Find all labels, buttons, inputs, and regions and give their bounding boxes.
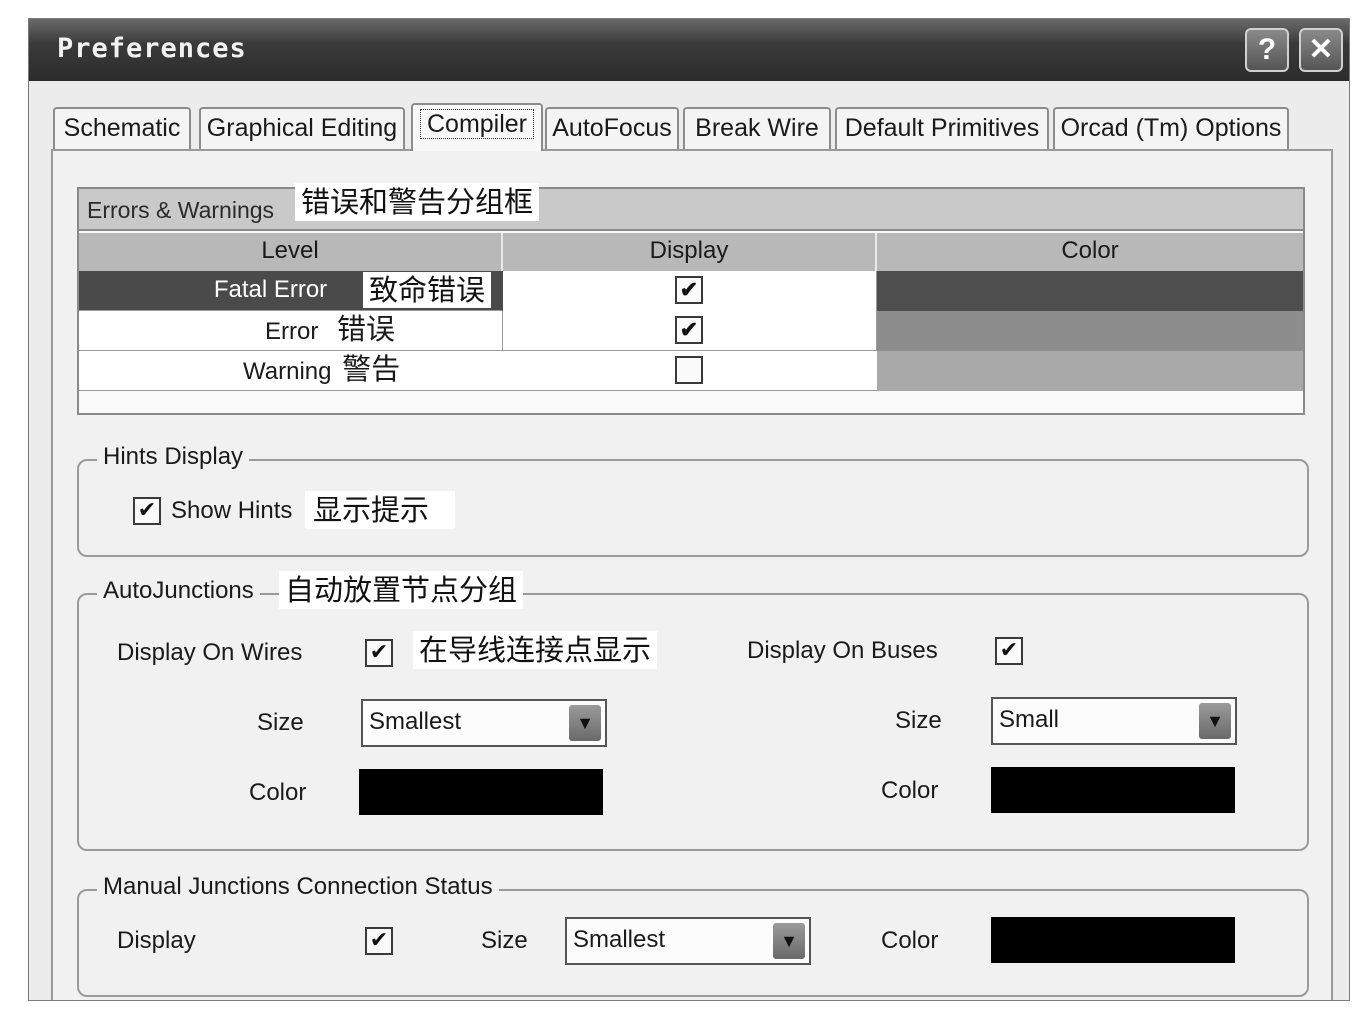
tab-break-wire[interactable]: Break Wire — [683, 107, 831, 149]
error-color-swatch[interactable] — [877, 311, 1303, 351]
close-button[interactable]: ✕ — [1299, 28, 1343, 72]
chevron-down-icon[interactable]: ▼ — [569, 705, 601, 741]
manual-junctions-label: Manual Junctions Connection Status — [97, 873, 499, 901]
warning-color-swatch[interactable] — [877, 351, 1303, 391]
display-cell: ✔ — [503, 271, 877, 311]
errors-warnings-annotation: 错误和警告分组框 — [295, 183, 540, 221]
display-on-wires-label: Display On Wires — [117, 639, 303, 666]
wires-color-swatch[interactable] — [359, 769, 603, 815]
tab-label: Graphical Editing — [206, 114, 398, 142]
table-row-error[interactable]: Error 错误 ✔ — [79, 311, 1303, 351]
autojunctions-group: AutoJunctions 自动放置节点分组 Display On Wires … — [77, 571, 1309, 851]
buses-size-value: Small — [999, 706, 1060, 733]
manual-size-label: Size — [481, 927, 528, 954]
tab-orcad-options[interactable]: Orcad (Tm) Options — [1053, 107, 1289, 149]
manual-color-label: Color — [881, 927, 939, 954]
warning-display-checkbox[interactable] — [675, 356, 703, 384]
manual-junctions-group: Manual Junctions Connection Status Displ… — [77, 873, 1309, 997]
manual-color-swatch[interactable] — [991, 917, 1235, 963]
chevron-down-icon[interactable]: ▼ — [773, 923, 805, 959]
error-annotation: 错误 — [337, 314, 396, 346]
display-on-buses-label: Display On Buses — [747, 637, 938, 664]
table-row-warning[interactable]: Warning 警告 — [79, 351, 1303, 391]
show-hints-checkbox[interactable]: ✔ — [133, 497, 161, 525]
tab-label: Orcad (Tm) Options — [1060, 114, 1282, 142]
title-bar[interactable]: Preferences ? ✕ — [29, 19, 1349, 81]
tab-autofocus[interactable]: AutoFocus — [545, 107, 679, 149]
level-label: Error — [265, 318, 319, 345]
display-on-buses-checkbox[interactable]: ✔ — [995, 637, 1023, 665]
compiler-panel: Errors & Warnings 错误和警告分组框 Level Display… — [51, 149, 1333, 1000]
column-color[interactable]: Color — [877, 233, 1303, 271]
tab-graphical-editing[interactable]: Graphical Editing — [199, 107, 405, 149]
manual-size-dropdown[interactable]: Smallest ▼ — [565, 917, 811, 965]
tab-label: Default Primitives — [844, 114, 1040, 142]
table-row-fatal-error[interactable]: Fatal Error 致命错误 ✔ — [79, 271, 1303, 311]
manual-display-checkbox[interactable]: ✔ — [365, 927, 393, 955]
errors-warnings-title: Errors & Warnings — [87, 197, 275, 223]
tab-label: Compiler — [419, 109, 535, 139]
wires-color-label: Color — [249, 779, 307, 806]
tab-schematic[interactable]: Schematic — [53, 107, 191, 149]
fatal-error-annotation: 致命错误 — [363, 272, 492, 308]
buses-size-dropdown[interactable]: Small ▼ — [991, 697, 1237, 745]
buses-color-swatch[interactable] — [991, 767, 1235, 813]
manual-display-label: Display — [117, 927, 196, 954]
wires-size-value: Smallest — [369, 708, 462, 735]
column-level[interactable]: Level — [79, 233, 503, 271]
tab-label: Break Wire — [695, 114, 819, 142]
buses-size-label: Size — [895, 707, 942, 734]
level-cell: Warning 警告 — [79, 351, 503, 391]
level-cell: Error 错误 — [79, 311, 503, 351]
display-on-wires-checkbox[interactable]: ✔ — [365, 639, 393, 667]
level-label: Warning — [243, 358, 332, 385]
errors-warnings-header: Errors & Warnings 错误和警告分组框 — [79, 183, 1303, 231]
chevron-down-icon[interactable]: ▼ — [1199, 703, 1231, 739]
show-hints-label[interactable]: Show Hints — [171, 497, 292, 525]
tab-label: AutoFocus — [552, 114, 672, 142]
tab-label: Schematic — [63, 114, 181, 142]
help-button[interactable]: ? — [1245, 28, 1289, 72]
show-hints-annotation: 显示提示 — [305, 491, 456, 529]
warning-annotation: 警告 — [342, 354, 401, 386]
tab-default-primitives[interactable]: Default Primitives — [835, 107, 1049, 149]
tab-compiler[interactable]: Compiler — [411, 103, 543, 151]
hints-display-group: Hints Display ✔ Show Hints 显示提示 — [77, 443, 1309, 557]
buses-color-label: Color — [881, 777, 939, 804]
autojunctions-label: AutoJunctions — [97, 577, 260, 605]
column-display[interactable]: Display — [503, 233, 877, 271]
errors-warnings-grid: Errors & Warnings 错误和警告分组框 Level Display… — [77, 183, 1305, 415]
display-cell: ✔ — [503, 311, 877, 351]
preferences-dialog: Preferences ? ✕ Schematic Graphical Edit… — [28, 18, 1350, 1001]
wires-size-dropdown[interactable]: Smallest ▼ — [361, 699, 607, 747]
level-label: Fatal Error — [213, 276, 328, 303]
hints-display-label: Hints Display — [97, 443, 250, 471]
window-title: Preferences — [57, 33, 247, 64]
wires-size-label: Size — [257, 709, 304, 736]
error-display-checkbox[interactable]: ✔ — [675, 316, 703, 344]
fatal-error-display-checkbox[interactable]: ✔ — [675, 276, 703, 304]
manual-size-value: Smallest — [573, 926, 666, 953]
fatal-error-color-swatch[interactable] — [877, 271, 1303, 311]
autojunctions-annotation: 自动放置节点分组 — [279, 571, 524, 609]
display-on-wires-annotation: 在导线连接点显示 — [413, 631, 658, 669]
display-cell — [503, 351, 877, 391]
